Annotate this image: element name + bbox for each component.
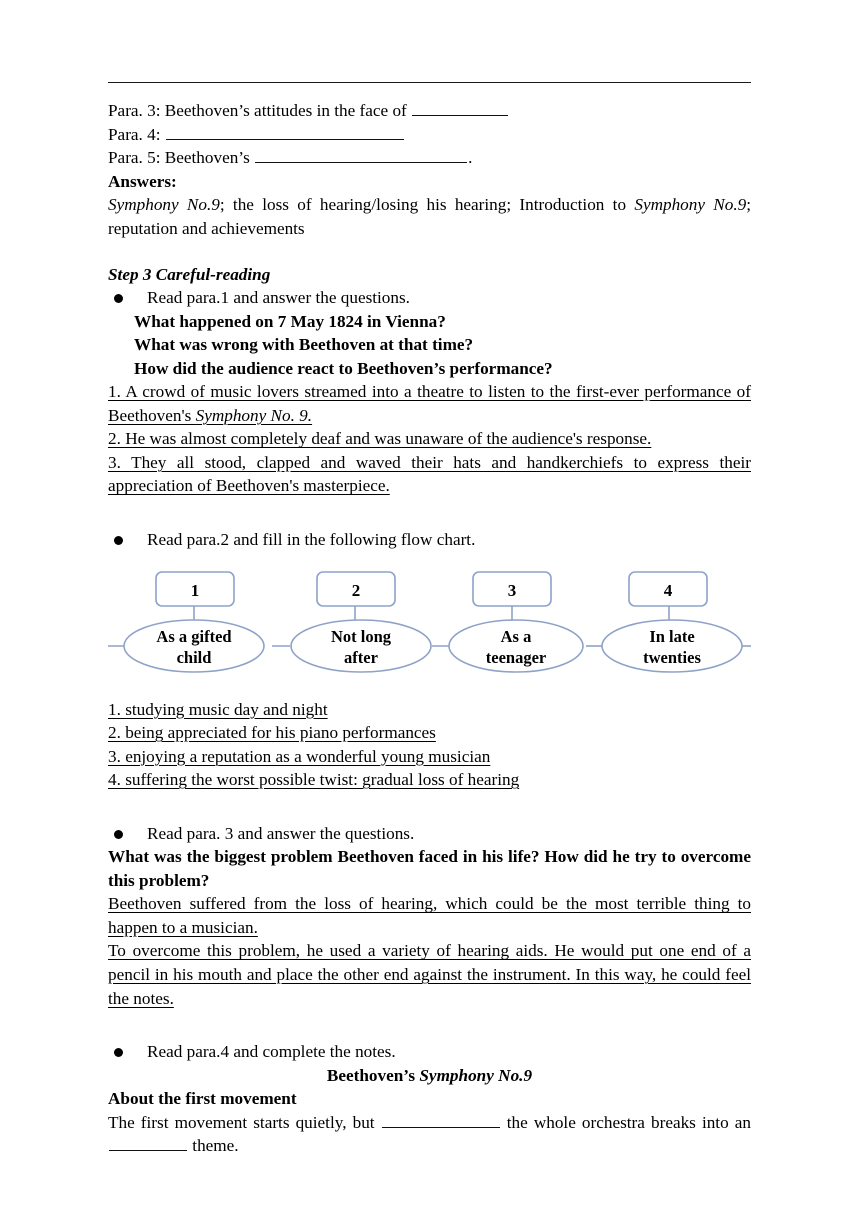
flow-node-2: 2 Not long after — [290, 570, 432, 673]
answers-symphony-1: Symphony No.9 — [108, 195, 220, 215]
bullet-read-para4-label: Read para.4 and complete the notes. — [147, 1042, 396, 1062]
outline-para5-text: Para. 5: Beethoven’s — [108, 148, 255, 168]
flow-ellipse-2-line1: Not long — [331, 627, 392, 646]
flow-answer-2: 2. being appreciated for his piano perfo… — [108, 721, 751, 745]
para3-answer-a: Beethoven suffered from the loss of hear… — [108, 892, 751, 939]
question-3: How did the audience react to Beethoven’… — [134, 358, 553, 378]
page-content: Para. 3: Beethoven’s attitudes in the fa… — [108, 82, 751, 1158]
flow-answer-4: 4. suffering the worst possible twist: g… — [108, 768, 751, 792]
para3-answer-b: To overcome this problem, he used a vari… — [108, 939, 751, 1010]
document-page: Para. 3: Beethoven’s attitudes in the fa… — [0, 0, 860, 1216]
notes-body-b: the whole orchestra breaks into an — [500, 1112, 751, 1132]
question-2: What was wrong with Beethoven at that ti… — [134, 335, 474, 355]
bullet-read-para3: Read para. 3 and answer the questions. — [108, 822, 751, 846]
bullet-icon — [114, 1048, 123, 1058]
bullet-icon — [114, 294, 123, 304]
bullet-read-para2: Read para.2 and fill in the following fl… — [108, 528, 751, 552]
step3-heading: Step 3 Careful-reading — [108, 264, 271, 284]
flow-answer-2-text: 2. being appreciated for his piano perfo… — [108, 723, 436, 743]
outline-line-para5: Para. 5: Beethoven’s . — [108, 146, 751, 170]
bullet-icon — [114, 829, 123, 839]
para3-answer-b-text: To overcome this problem, he used a vari… — [108, 941, 751, 1008]
header-divider — [108, 82, 751, 83]
bullet-read-para2-label: Read para.2 and fill in the following fl… — [147, 530, 476, 550]
outline-para4-text: Para. 4: — [108, 124, 165, 144]
bullet-read-para1-label: Read para.1 and answer the questions. — [147, 288, 410, 308]
notes-subheading: About the first movement — [108, 1089, 297, 1109]
answer-1-symphony: Symphony No. 9. — [195, 405, 313, 425]
outline-para5-period: . — [468, 148, 473, 168]
notes-title-a: Beethoven’s — [326, 1065, 420, 1085]
flow-box-3-number: 3 — [508, 581, 517, 600]
outline-line-para4: Para. 4: — [108, 123, 751, 147]
flow-ellipse-1-line2: child — [177, 648, 212, 667]
flow-box-4-number: 4 — [664, 581, 673, 600]
blank-notes-2[interactable] — [109, 1135, 187, 1152]
answer-3: 3. They all stood, clapped and waved the… — [108, 451, 751, 498]
notes-body-c: theme. — [188, 1136, 239, 1156]
bullet-icon — [114, 536, 123, 546]
blank-para4[interactable] — [165, 124, 404, 140]
flow-ellipse-3-line1: As a — [501, 627, 532, 646]
answers-paragraph: Symphony No.9; the loss of hearing/losin… — [108, 193, 751, 240]
notes-body-a: The first movement starts quietly, but — [108, 1112, 381, 1132]
flow-ellipse-2-line2: after — [344, 648, 378, 667]
question-1: What happened on 7 May 1824 in Vienna? — [134, 311, 446, 331]
flow-answer-4-text: 4. suffering the worst possible twist: g… — [108, 770, 520, 790]
notes-title: Beethoven’s Symphony No.9 — [108, 1064, 751, 1088]
flow-ellipse-1-line1: As a gifted — [156, 627, 231, 646]
flow-chart-svg: 1 As a gifted child 2 Not long after 3 A… — [108, 570, 751, 673]
flow-answer-3: 3. enjoying a reputation as a wonderful … — [108, 745, 751, 769]
blank-para5[interactable] — [255, 147, 468, 164]
para3-question: What was the biggest problem Beethoven f… — [108, 847, 751, 890]
answers-symphony-2: Symphony No.9 — [634, 195, 747, 215]
flow-node-4: 4 In late twenties — [601, 570, 743, 673]
answers-label: Answers: — [108, 171, 177, 191]
flow-ellipse-4-line2: twenties — [643, 648, 701, 667]
notes-body: The first movement starts quietly, but t… — [108, 1111, 751, 1158]
answer-2-text: 2. He was almost completely deaf and was… — [108, 429, 652, 449]
blank-notes-1[interactable] — [381, 1112, 500, 1128]
answer-2: 2. He was almost completely deaf and was… — [108, 427, 751, 451]
answer-1: 1. A crowd of music lovers streamed into… — [108, 380, 751, 427]
flow-node-3: 3 As a teenager — [448, 570, 584, 673]
answer-3-text: 3. They all stood, clapped and waved the… — [108, 452, 751, 496]
flow-box-2-number: 2 — [352, 581, 361, 600]
bullet-read-para4: Read para.4 and complete the notes. — [108, 1040, 751, 1064]
notes-title-symphony: Symphony No.9 — [419, 1065, 533, 1085]
blank-para3[interactable] — [412, 100, 509, 116]
flow-node-1: 1 As a gifted child — [123, 570, 265, 673]
flow-chart: 1 As a gifted child 2 Not long after 3 A… — [108, 570, 751, 682]
outline-para3-text: Para. 3: Beethoven’s attitudes in the fa… — [108, 101, 412, 120]
flow-answer-1-text: 1. studying music day and night — [108, 699, 328, 719]
flow-answer-3-text: 3. enjoying a reputation as a wonderful … — [108, 746, 491, 766]
flow-ellipse-4-line1: In late — [649, 627, 694, 646]
para3-answer-a-text: Beethoven suffered from the loss of hear… — [108, 894, 751, 937]
answers-mid-text: ; the loss of hearing/losing his hearing… — [219, 195, 635, 215]
bullet-read-para1: Read para.1 and answer the questions. — [108, 286, 751, 310]
outline-line-para3: Para. 3: Beethoven’s attitudes in the fa… — [108, 99, 751, 123]
flow-answer-1: 1. studying music day and night — [108, 698, 751, 722]
flow-ellipse-3-line2: teenager — [486, 648, 546, 667]
bullet-read-para3-label: Read para. 3 and answer the questions. — [147, 823, 415, 843]
flow-box-1-number: 1 — [191, 581, 200, 600]
